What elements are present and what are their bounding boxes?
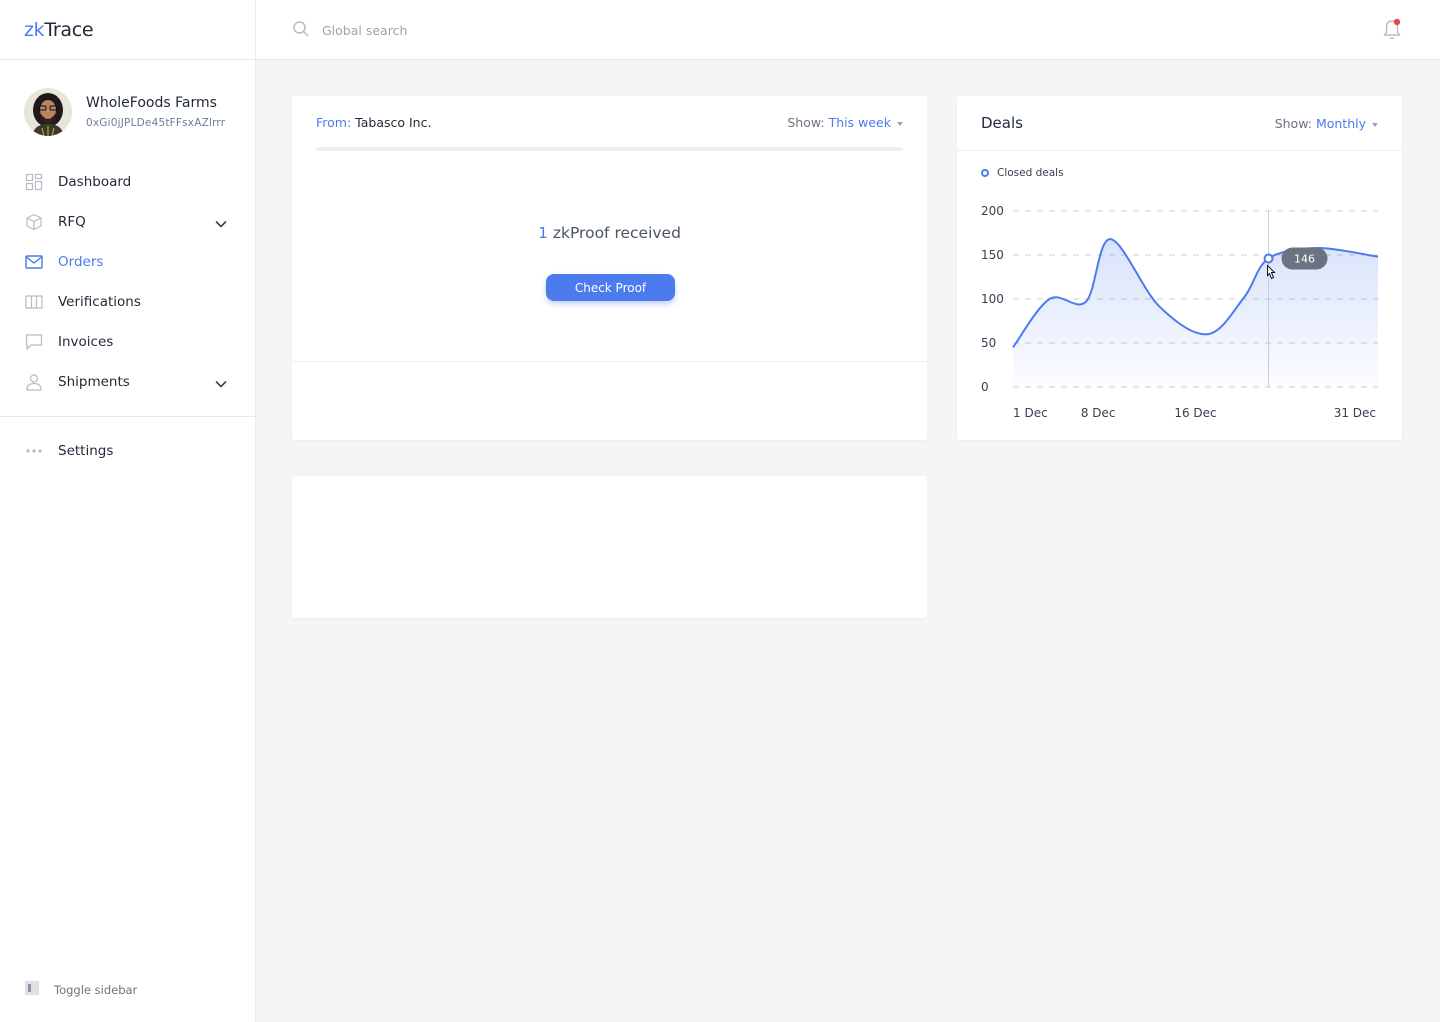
toggle-sidebar-button[interactable]: Toggle sidebar bbox=[24, 980, 137, 1000]
chevron-down-icon[interactable] bbox=[215, 373, 227, 392]
sidebar-item-dashboard[interactable]: Dashboard bbox=[0, 162, 255, 202]
sidebar-toggle-icon bbox=[24, 980, 40, 1000]
progress-track bbox=[316, 147, 903, 151]
grid-icon bbox=[24, 172, 44, 192]
search-input[interactable] bbox=[322, 18, 722, 42]
search-icon bbox=[292, 20, 310, 42]
card-divider bbox=[292, 361, 927, 362]
user-profile[interactable]: WholeFoods Farms 0xGi0jJPLDe45tFFsxAZlrr… bbox=[0, 60, 255, 136]
sidebar-item-label: RFQ bbox=[58, 214, 86, 230]
sidebar-item-invoices[interactable]: Invoices bbox=[0, 322, 255, 362]
user-icon bbox=[24, 372, 44, 392]
check-proof-button[interactable]: Check Proof bbox=[546, 274, 675, 301]
proof-text: zkProof received bbox=[552, 224, 681, 242]
from-filter: From: Tabasco Inc. bbox=[316, 115, 431, 130]
deals-card: Deals Show: Monthly Closed deals 0 50 100 1… bbox=[957, 96, 1402, 440]
period-selector[interactable]: Show: This week bbox=[787, 115, 903, 130]
empty-card bbox=[292, 476, 927, 618]
sidebar-item-shipments[interactable]: Shipments bbox=[0, 362, 255, 402]
top-bar bbox=[256, 0, 1440, 60]
x-tick-label: 8 Dec bbox=[1081, 406, 1116, 420]
show-label: Show: bbox=[787, 115, 825, 130]
sidebar-nav: Dashboard RFQ Orders Verifications Invoi… bbox=[0, 162, 255, 402]
wallet-address: 0xGi0jJPLDe45tFFsxAZlrrr bbox=[86, 117, 226, 129]
period-value[interactable]: This week bbox=[829, 115, 891, 130]
avatar bbox=[24, 88, 72, 136]
tooltip-label: 146 bbox=[1294, 253, 1315, 266]
proof-status: 1 zkProof received bbox=[292, 224, 927, 242]
deals-chart[interactable]: 0 50 100 150 200 1 Dec 8 Dec 16 Dec 31 Dec 146 bbox=[957, 96, 1402, 440]
sidebar-item-settings[interactable]: Settings bbox=[0, 431, 255, 471]
app-logo[interactable]: zk Trace bbox=[0, 0, 255, 60]
logo-trace: Trace bbox=[44, 18, 94, 41]
sidebar-item-orders[interactable]: Orders bbox=[0, 242, 255, 282]
toggle-sidebar-label: Toggle sidebar bbox=[54, 983, 138, 997]
notification-bell-icon[interactable] bbox=[1382, 18, 1402, 44]
caret-down-icon bbox=[897, 121, 903, 126]
x-tick-label: 1 Dec bbox=[1013, 406, 1048, 420]
sidebar-item-label: Orders bbox=[58, 254, 104, 270]
orders-card-header: From: Tabasco Inc. Show: This week bbox=[316, 115, 903, 130]
x-tick-label: 16 Dec bbox=[1174, 406, 1216, 420]
from-name: Tabasco Inc. bbox=[355, 115, 432, 130]
sidebar: zk Trace WholeFoods Farms 0xGi0jJPLDe45tF… bbox=[0, 0, 256, 1022]
y-tick-label: 50 bbox=[981, 336, 996, 350]
y-tick-label: 200 bbox=[981, 204, 1004, 218]
cube-icon bbox=[24, 212, 44, 232]
chevron-down-icon[interactable] bbox=[215, 213, 227, 232]
profile-name: WholeFoods Farms bbox=[86, 95, 217, 111]
sidebar-item-label: Shipments bbox=[58, 374, 130, 390]
nav-divider bbox=[0, 416, 255, 417]
logo-zk: zk bbox=[24, 18, 45, 41]
data-point bbox=[1263, 253, 1274, 264]
sidebar-item-label: Dashboard bbox=[58, 174, 132, 190]
chat-icon bbox=[24, 332, 44, 352]
sidebar-item-label: Invoices bbox=[58, 334, 114, 350]
mail-icon bbox=[24, 252, 44, 272]
columns-icon bbox=[24, 292, 44, 312]
y-tick-label: 0 bbox=[981, 380, 989, 394]
more-dots-icon bbox=[24, 441, 44, 461]
y-tick-label: 150 bbox=[981, 248, 1004, 262]
sidebar-item-label: Settings bbox=[58, 443, 114, 459]
from-label: From: bbox=[316, 115, 352, 130]
sidebar-item-label: Verifications bbox=[58, 294, 141, 310]
y-tick-label: 100 bbox=[981, 292, 1004, 306]
proof-count: 1 bbox=[538, 224, 548, 242]
orders-card: From: Tabasco Inc. Show: This week 1 zkP… bbox=[292, 96, 927, 440]
sidebar-item-verifications[interactable]: Verifications bbox=[0, 282, 255, 322]
sidebar-item-rfq[interactable]: RFQ bbox=[0, 202, 255, 242]
x-tick-label: 31 Dec bbox=[1334, 406, 1376, 420]
